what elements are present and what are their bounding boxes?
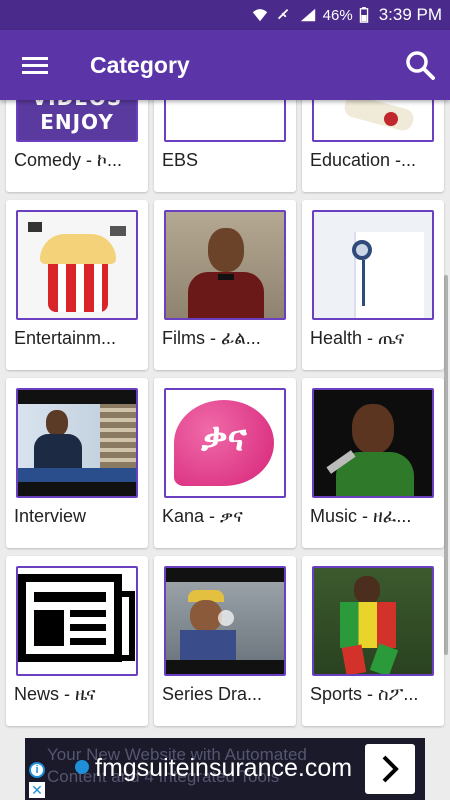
battery-icon [359, 7, 368, 23]
category-card-news[interactable]: News - ዜና [6, 556, 148, 726]
interview-thumbnail [16, 388, 138, 498]
signal-icon [300, 8, 315, 22]
series-thumbnail [164, 566, 286, 676]
battery-percent: 46% [322, 6, 353, 24]
player-leg [341, 644, 367, 674]
ad-open-button[interactable] [365, 744, 415, 794]
singer-head [352, 404, 394, 454]
category-label: Sports - ስፖ... [310, 684, 419, 704]
diploma-scroll [342, 100, 416, 133]
bookshelf [100, 404, 136, 468]
diploma-ribbon [384, 112, 398, 126]
scrollbar[interactable] [444, 275, 448, 655]
search-button[interactable] [390, 30, 450, 100]
stethoscope-tube [362, 260, 365, 306]
actor-head [208, 228, 244, 272]
clock: 3:39 PM [378, 5, 442, 24]
films-thumbnail [164, 210, 286, 320]
category-grid-area[interactable]: ET VIDEOS ENJOY Comedy - ኮ... EBS Educat… [0, 100, 450, 738]
health-thumbnail [312, 210, 434, 320]
category-label: EBS [162, 150, 199, 170]
speaker-suit [34, 434, 82, 468]
news-thumbnail [16, 566, 138, 676]
chevron-right-icon [382, 755, 399, 783]
mute-icon [277, 8, 288, 20]
search-icon [406, 51, 435, 80]
category-label: Interview [14, 506, 87, 526]
category-card-music[interactable]: Music - ዘፈ... [302, 378, 444, 548]
comedy-thumbnail: ET VIDEOS ENJOY [16, 100, 138, 142]
film-strip-bit [28, 222, 42, 232]
hamburger-icon [22, 57, 48, 74]
comedy-thumb-text: ET VIDEOS ENJOY [32, 100, 122, 134]
bow-tie [218, 274, 234, 280]
category-card-series-drama[interactable]: Series Dra... [154, 556, 296, 726]
category-label: Health - ጤና [310, 328, 405, 348]
category-label: Series Dra... [162, 684, 263, 704]
category-card-sports[interactable]: Sports - ስፖ... [302, 556, 444, 726]
popcorn-bucket [48, 260, 108, 312]
category-label: Education -... [310, 150, 417, 170]
category-label: Films - ፊል... [162, 328, 261, 348]
category-card-entertainment[interactable]: Entertainm... [6, 200, 148, 370]
kana-thumbnail: ቃና [164, 388, 286, 498]
player-head [354, 576, 380, 604]
education-thumbnail [312, 100, 434, 142]
ebs-thumbnail [164, 100, 286, 142]
camera-bit [110, 226, 126, 236]
play-icon [218, 610, 234, 626]
category-card-films[interactable]: Films - ፊል... [154, 200, 296, 370]
newspaper-icon [18, 574, 135, 662]
category-card-education[interactable]: Education -... [302, 100, 444, 192]
page-title: Category [90, 51, 190, 78]
category-card-kana[interactable]: ቃና Kana - ቃና [154, 378, 296, 548]
player-leg-2 [369, 643, 399, 674]
category-label: News - ዜና [14, 684, 96, 704]
category-label: Entertainm... [14, 328, 117, 348]
category-card-interview[interactable]: Interview [6, 378, 148, 548]
wifi-icon [252, 9, 267, 22]
player-jersey [340, 602, 396, 648]
entertainment-thumbnail [16, 210, 138, 320]
ad-close-icon[interactable]: ✕ [29, 782, 45, 798]
category-label: Comedy - ኮ... [14, 150, 122, 170]
category-label: Music - ዘፈ... [310, 506, 412, 526]
ad-info-icon[interactable]: i [29, 762, 45, 778]
category-card-comedy[interactable]: ET VIDEOS ENJOY Comedy - ኮ... [6, 100, 148, 192]
ad-brand-icon [75, 760, 89, 774]
actor-shirt [180, 630, 236, 660]
kana-logo-text: ቃና [201, 418, 247, 459]
menu-button[interactable] [0, 30, 70, 100]
app-bar: Category [0, 30, 450, 100]
sports-thumbnail [312, 566, 434, 676]
speaker-head [46, 410, 68, 436]
category-card-health[interactable]: Health - ጤና [302, 200, 444, 370]
music-thumbnail [312, 388, 434, 498]
stethoscope [352, 240, 372, 260]
popcorn [40, 234, 116, 264]
category-label: Kana - ቃና [162, 506, 243, 526]
ad-banner[interactable]: Your New Website with Automated Content … [25, 738, 425, 800]
status-bar: 46% 3:39 PM [0, 0, 450, 30]
category-card-ebs[interactable]: EBS [154, 100, 296, 192]
lower-third [18, 468, 136, 482]
ad-domain-text: fmgsuiteinsurance.com [95, 754, 353, 782]
